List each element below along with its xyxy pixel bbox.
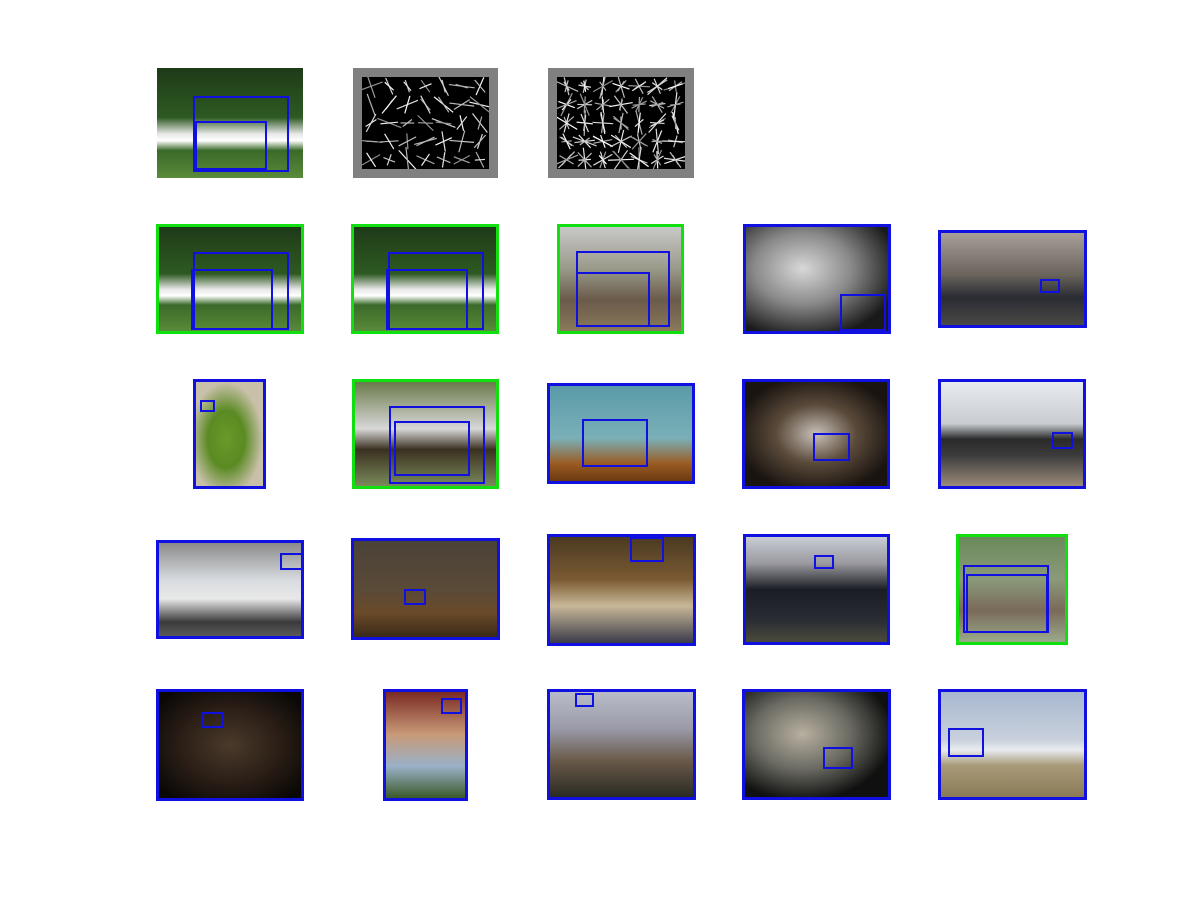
detection-box — [386, 269, 468, 330]
detection-box — [575, 693, 594, 707]
hog-template-positive — [353, 68, 498, 178]
hog-stroke — [572, 136, 597, 147]
hog-stroke — [662, 140, 685, 143]
hog-stroke — [420, 95, 431, 114]
hog-stroke — [630, 136, 649, 147]
result-sheep-1 — [547, 534, 696, 646]
hog-stroke — [421, 153, 430, 166]
hog-stroke — [473, 134, 487, 149]
hog-stroke — [414, 137, 437, 145]
detection-box — [948, 728, 984, 757]
detection-box — [1040, 279, 1060, 293]
detection-box — [813, 433, 850, 461]
detection-box — [966, 574, 1048, 633]
hog-stroke — [364, 140, 378, 143]
detection-box — [200, 400, 215, 412]
result-people-2 — [156, 689, 304, 801]
hog-stroke — [381, 95, 397, 114]
detection-box — [576, 272, 650, 327]
detection-box — [1052, 432, 1073, 449]
detection-box — [630, 537, 664, 562]
result-horses — [557, 224, 684, 334]
result-cat — [743, 224, 891, 334]
hog-glyphs — [557, 77, 685, 169]
detection-box — [823, 747, 853, 769]
result-parrot — [193, 379, 266, 489]
detection-box — [394, 421, 470, 476]
hog-stroke — [670, 103, 681, 106]
hog-stroke — [448, 83, 475, 89]
hog-stroke — [474, 158, 486, 161]
result-horse-3 — [352, 379, 499, 489]
result-person-on-scooter — [742, 379, 890, 489]
detection-box — [202, 712, 224, 728]
detection-box — [441, 698, 462, 714]
hog-stroke — [674, 117, 677, 129]
hog-stroke — [664, 155, 685, 165]
result-horse-1 — [156, 224, 304, 334]
hog-stroke — [365, 119, 377, 127]
detection-box — [814, 555, 834, 569]
hog-stroke — [380, 121, 399, 125]
hog-stroke — [647, 77, 668, 96]
hog-stroke — [592, 121, 614, 125]
hog-stroke — [609, 135, 633, 148]
result-car — [743, 534, 890, 645]
result-beach — [938, 689, 1087, 800]
hog-stroke — [453, 99, 470, 111]
hog-stroke — [563, 113, 570, 133]
hog-stroke — [437, 96, 450, 113]
hog-stroke — [456, 116, 468, 130]
hog-stroke — [477, 116, 483, 130]
hog-stroke — [419, 83, 432, 90]
hog-glyphs — [362, 77, 489, 169]
result-airplane-2 — [351, 538, 500, 640]
detection-box — [280, 553, 301, 570]
result-airplane-1 — [156, 540, 304, 639]
result-people — [938, 230, 1087, 328]
detection-box — [582, 419, 648, 467]
detection-box — [404, 589, 426, 605]
hog-stroke — [438, 77, 449, 97]
result-baby — [383, 689, 468, 801]
hog-stroke — [404, 95, 411, 114]
hog-template-negative — [548, 68, 694, 178]
hog-stroke — [474, 79, 486, 93]
query-image-horse — [157, 68, 303, 178]
hog-stroke — [453, 156, 470, 164]
detection-box — [840, 294, 886, 331]
result-sheep-2 — [547, 689, 696, 800]
hog-stroke — [366, 152, 377, 168]
result-cat-2 — [742, 689, 891, 800]
result-chairs — [547, 383, 695, 484]
detection-box — [191, 269, 273, 330]
detection-box — [195, 121, 267, 170]
hog-stroke — [469, 96, 489, 113]
hog-stroke — [368, 98, 374, 112]
result-horse-2 — [351, 224, 499, 334]
result-train — [938, 379, 1086, 489]
hog-stroke — [384, 81, 395, 91]
hog-stroke — [403, 81, 412, 92]
result-horse-4 — [956, 534, 1068, 645]
